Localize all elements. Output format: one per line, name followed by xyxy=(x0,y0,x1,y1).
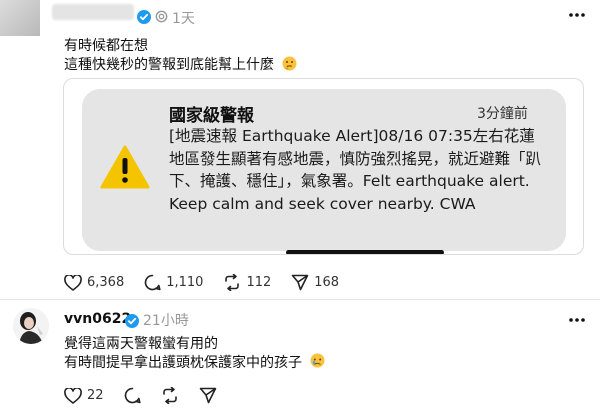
verified-badge-icon xyxy=(137,10,151,24)
more-options-icon[interactable] xyxy=(568,317,586,323)
share-button[interactable] xyxy=(199,387,217,404)
post1-actions: 6,368 1,110 112 168 xyxy=(64,274,355,291)
repost-count: 112 xyxy=(246,275,272,290)
comment-button[interactable]: 1,110 xyxy=(144,274,203,291)
repost-button[interactable] xyxy=(161,387,179,404)
comment-bubble-icon xyxy=(144,274,161,291)
repost-button[interactable]: 112 xyxy=(223,274,271,291)
like-button[interactable]: 6,368 xyxy=(64,274,125,291)
emergency-alert-card: 國家級警報 3分鐘前 [地震速報 Earthquake Alert]08/16 … xyxy=(82,89,566,251)
share-send-icon xyxy=(199,387,216,404)
like-button[interactable]: 22 xyxy=(64,387,104,404)
heart-icon xyxy=(64,387,82,404)
embedded-screenshot[interactable]: 國家級警報 3分鐘前 [地震速報 Earthquake Alert]08/16 … xyxy=(63,78,584,255)
thinking-face-icon xyxy=(282,56,297,71)
comment-count: 1,110 xyxy=(166,275,204,290)
verified-badge-icon xyxy=(125,314,139,328)
repost-icon xyxy=(162,387,177,404)
like-count: 22 xyxy=(87,388,104,403)
alert-body: [地震速報 Earthquake Alert]08/16 07:35左右花蓮地區… xyxy=(169,127,542,213)
more-options-icon[interactable] xyxy=(568,12,586,18)
post-text-line-2: 有時間提早拿出護頭枕保護家中的孩子 xyxy=(64,355,302,371)
warning-triangle-icon xyxy=(100,145,150,189)
repost-icon xyxy=(225,274,240,291)
post-divider xyxy=(0,299,600,300)
alert-title: 國家級警報 xyxy=(169,106,254,126)
post2-actions: 22 xyxy=(64,387,233,404)
heart-icon xyxy=(64,274,82,291)
post-time: 1天 xyxy=(172,11,195,27)
share-send-icon xyxy=(291,274,309,291)
post-text-line-2: 這種快幾秒的警報到底能幫上什麼 xyxy=(64,57,274,73)
crying-face-icon xyxy=(310,353,325,368)
author-avatar-blurred[interactable] xyxy=(0,0,40,36)
avatar-photo-icon xyxy=(13,308,49,344)
post-text-line-1: 有時候都在想 xyxy=(64,38,148,54)
author-name-blurred[interactable] xyxy=(52,4,134,20)
post-time: 21小時 xyxy=(143,313,189,329)
post-text-line-1: 覺得這兩天警報蠻有用的 xyxy=(64,336,218,352)
screenshot-edge-bar xyxy=(286,250,444,254)
share-button[interactable]: 168 xyxy=(291,274,339,291)
author-avatar[interactable] xyxy=(13,308,49,344)
share-count: 168 xyxy=(314,275,340,290)
alert-time: 3分鐘前 xyxy=(477,106,528,122)
like-count: 6,368 xyxy=(87,275,125,290)
ring-icon xyxy=(155,10,168,23)
comment-bubble-icon xyxy=(124,387,141,404)
author-name[interactable]: vvn0622 xyxy=(64,311,131,327)
comment-button[interactable] xyxy=(124,387,141,404)
